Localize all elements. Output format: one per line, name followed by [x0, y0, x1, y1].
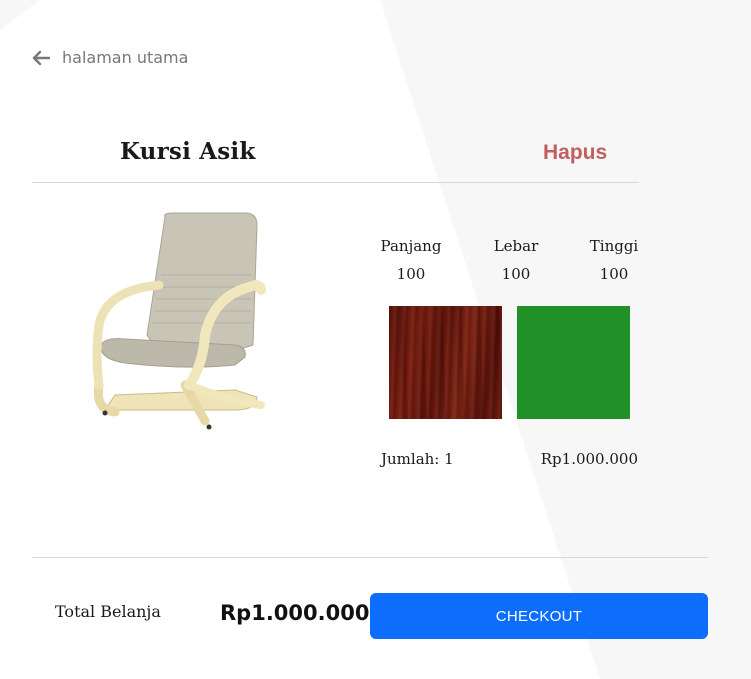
divider [32, 557, 708, 558]
back-link[interactable]: halaman utama [32, 48, 188, 67]
quantity-text: Jumlah: 1 [381, 450, 454, 468]
product-image [92, 212, 266, 430]
dimension-label-tinggi: Tinggi [589, 237, 639, 255]
total-label: Total Belanja [55, 602, 161, 621]
divider [32, 182, 639, 183]
dimension-value-panjang: 100 [396, 265, 426, 283]
dimension-value-lebar: 100 [501, 265, 531, 283]
color-swatch-green [517, 306, 630, 419]
total-amount: Rp1.000.000 [220, 601, 370, 625]
checkout-button[interactable]: CHECKOUT [370, 593, 708, 639]
back-link-label: halaman utama [62, 48, 189, 67]
color-swatch-wood [389, 306, 502, 419]
delete-button[interactable]: Hapus [543, 141, 607, 165]
product-title: Kursi Asik [120, 138, 256, 165]
dimension-label-panjang: Panjang [380, 237, 442, 255]
item-price: Rp1.000.000 [540, 450, 638, 468]
arrow-left-icon [32, 50, 50, 66]
dimension-value-tinggi: 100 [599, 265, 629, 283]
dimension-label-lebar: Lebar [493, 237, 539, 255]
